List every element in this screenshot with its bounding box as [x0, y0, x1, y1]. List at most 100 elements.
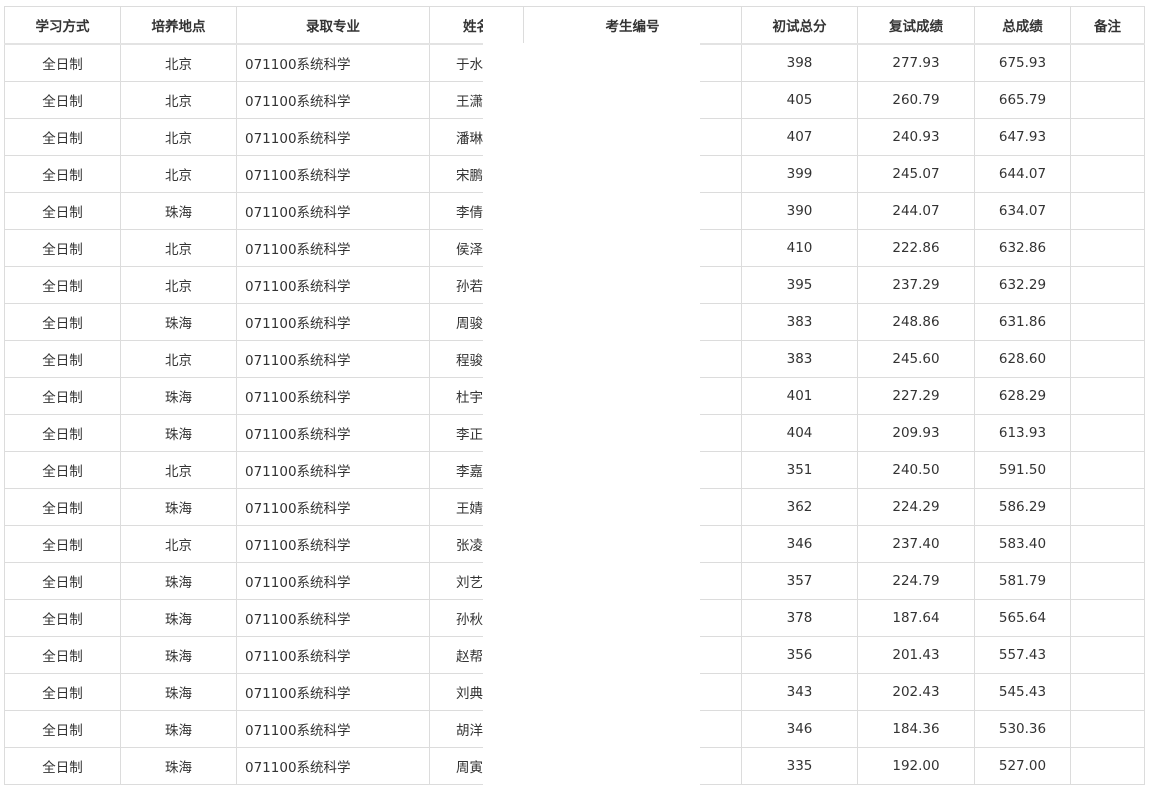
cell-total-score: 545.43 — [974, 673, 1071, 711]
cell-retest-score: 209.93 — [857, 414, 975, 452]
cell-total-score: 583.40 — [974, 525, 1071, 563]
cell-major: 071100系统科学 — [236, 43, 430, 82]
cell-study-mode: 全日制 — [4, 118, 121, 156]
cell-location: 珠海 — [120, 562, 237, 600]
cell-location: 珠海 — [120, 747, 237, 785]
cell-study-mode: 全日制 — [4, 710, 121, 748]
cell-major: 071100系统科学 — [236, 451, 430, 489]
cell-retest-score: 240.93 — [857, 118, 975, 156]
cell-major: 071100系统科学 — [236, 599, 430, 637]
cell-retest-score: 187.64 — [857, 599, 975, 637]
cell-study-mode: 全日制 — [4, 488, 121, 526]
cell-location: 北京 — [120, 229, 237, 267]
cell-note — [1070, 525, 1145, 563]
cell-initial-score: 362 — [741, 488, 858, 526]
cell-retest-score: 184.36 — [857, 710, 975, 748]
cell-major: 071100系统科学 — [236, 303, 430, 341]
cell-retest-score: 277.93 — [857, 43, 975, 82]
cell-major: 071100系统科学 — [236, 525, 430, 563]
header-total-score: 总成绩 — [974, 6, 1071, 45]
header-exam-id: 考生编号 — [523, 6, 742, 45]
cell-note — [1070, 414, 1145, 452]
cell-study-mode: 全日制 — [4, 81, 121, 119]
cell-retest-score: 245.60 — [857, 340, 975, 378]
cell-initial-score: 346 — [741, 710, 858, 748]
cell-note — [1070, 747, 1145, 785]
cell-major: 071100系统科学 — [236, 488, 430, 526]
cell-initial-score: 401 — [741, 377, 858, 415]
cell-location: 北京 — [120, 525, 237, 563]
cell-major: 071100系统科学 — [236, 414, 430, 452]
cell-study-mode: 全日制 — [4, 43, 121, 82]
cell-retest-score: 224.79 — [857, 562, 975, 600]
cell-total-score: 628.60 — [974, 340, 1071, 378]
cell-major: 071100系统科学 — [236, 562, 430, 600]
cell-retest-score: 192.00 — [857, 747, 975, 785]
cell-note — [1070, 562, 1145, 600]
cell-total-score: 631.86 — [974, 303, 1071, 341]
cell-location: 北京 — [120, 155, 237, 193]
cell-location: 珠海 — [120, 599, 237, 637]
cell-initial-score: 357 — [741, 562, 858, 600]
cell-note — [1070, 710, 1145, 748]
cell-initial-score: 383 — [741, 340, 858, 378]
cell-total-score: 675.93 — [974, 43, 1071, 82]
cell-total-score: 632.86 — [974, 229, 1071, 267]
cell-note — [1070, 451, 1145, 489]
cell-location: 珠海 — [120, 192, 237, 230]
cell-total-score: 613.93 — [974, 414, 1071, 452]
cell-retest-score: 248.86 — [857, 303, 975, 341]
cell-initial-score: 405 — [741, 81, 858, 119]
redaction-patch — [483, 8, 523, 44]
cell-location: 珠海 — [120, 303, 237, 341]
cell-location: 珠海 — [120, 673, 237, 711]
cell-note — [1070, 81, 1145, 119]
cell-initial-score: 398 — [741, 43, 858, 82]
cell-location: 珠海 — [120, 710, 237, 748]
cell-note — [1070, 488, 1145, 526]
header-location: 培养地点 — [120, 6, 237, 45]
header-retest-score: 复试成绩 — [857, 6, 975, 45]
cell-major: 071100系统科学 — [236, 192, 430, 230]
cell-study-mode: 全日制 — [4, 192, 121, 230]
cell-study-mode: 全日制 — [4, 340, 121, 378]
cell-note — [1070, 340, 1145, 378]
cell-note — [1070, 599, 1145, 637]
cell-major: 071100系统科学 — [236, 266, 430, 304]
cell-initial-score: 395 — [741, 266, 858, 304]
cell-initial-score: 383 — [741, 303, 858, 341]
cell-study-mode: 全日制 — [4, 377, 121, 415]
cell-total-score: 628.29 — [974, 377, 1071, 415]
cell-study-mode: 全日制 — [4, 155, 121, 193]
cell-note — [1070, 303, 1145, 341]
cell-retest-score: 240.50 — [857, 451, 975, 489]
cell-study-mode: 全日制 — [4, 525, 121, 563]
cell-total-score: 586.29 — [974, 488, 1071, 526]
cell-study-mode: 全日制 — [4, 303, 121, 341]
cell-total-score: 581.79 — [974, 562, 1071, 600]
cell-total-score: 527.00 — [974, 747, 1071, 785]
cell-study-mode: 全日制 — [4, 747, 121, 785]
cell-total-score: 634.07 — [974, 192, 1071, 230]
cell-major: 071100系统科学 — [236, 673, 430, 711]
cell-retest-score: 202.43 — [857, 673, 975, 711]
cell-location: 北京 — [120, 118, 237, 156]
cell-note — [1070, 229, 1145, 267]
cell-major: 071100系统科学 — [236, 377, 430, 415]
cell-retest-score: 237.29 — [857, 266, 975, 304]
header-initial-score: 初试总分 — [741, 6, 858, 45]
cell-study-mode: 全日制 — [4, 229, 121, 267]
cell-retest-score: 222.86 — [857, 229, 975, 267]
cell-initial-score: 404 — [741, 414, 858, 452]
cell-note — [1070, 673, 1145, 711]
cell-total-score: 591.50 — [974, 451, 1071, 489]
cell-total-score: 530.36 — [974, 710, 1071, 748]
cell-location: 珠海 — [120, 377, 237, 415]
cell-study-mode: 全日制 — [4, 414, 121, 452]
cell-note — [1070, 43, 1145, 82]
cell-initial-score: 407 — [741, 118, 858, 156]
cell-retest-score: 245.07 — [857, 155, 975, 193]
cell-initial-score: 356 — [741, 636, 858, 674]
cell-total-score: 565.64 — [974, 599, 1071, 637]
cell-major: 071100系统科学 — [236, 747, 430, 785]
